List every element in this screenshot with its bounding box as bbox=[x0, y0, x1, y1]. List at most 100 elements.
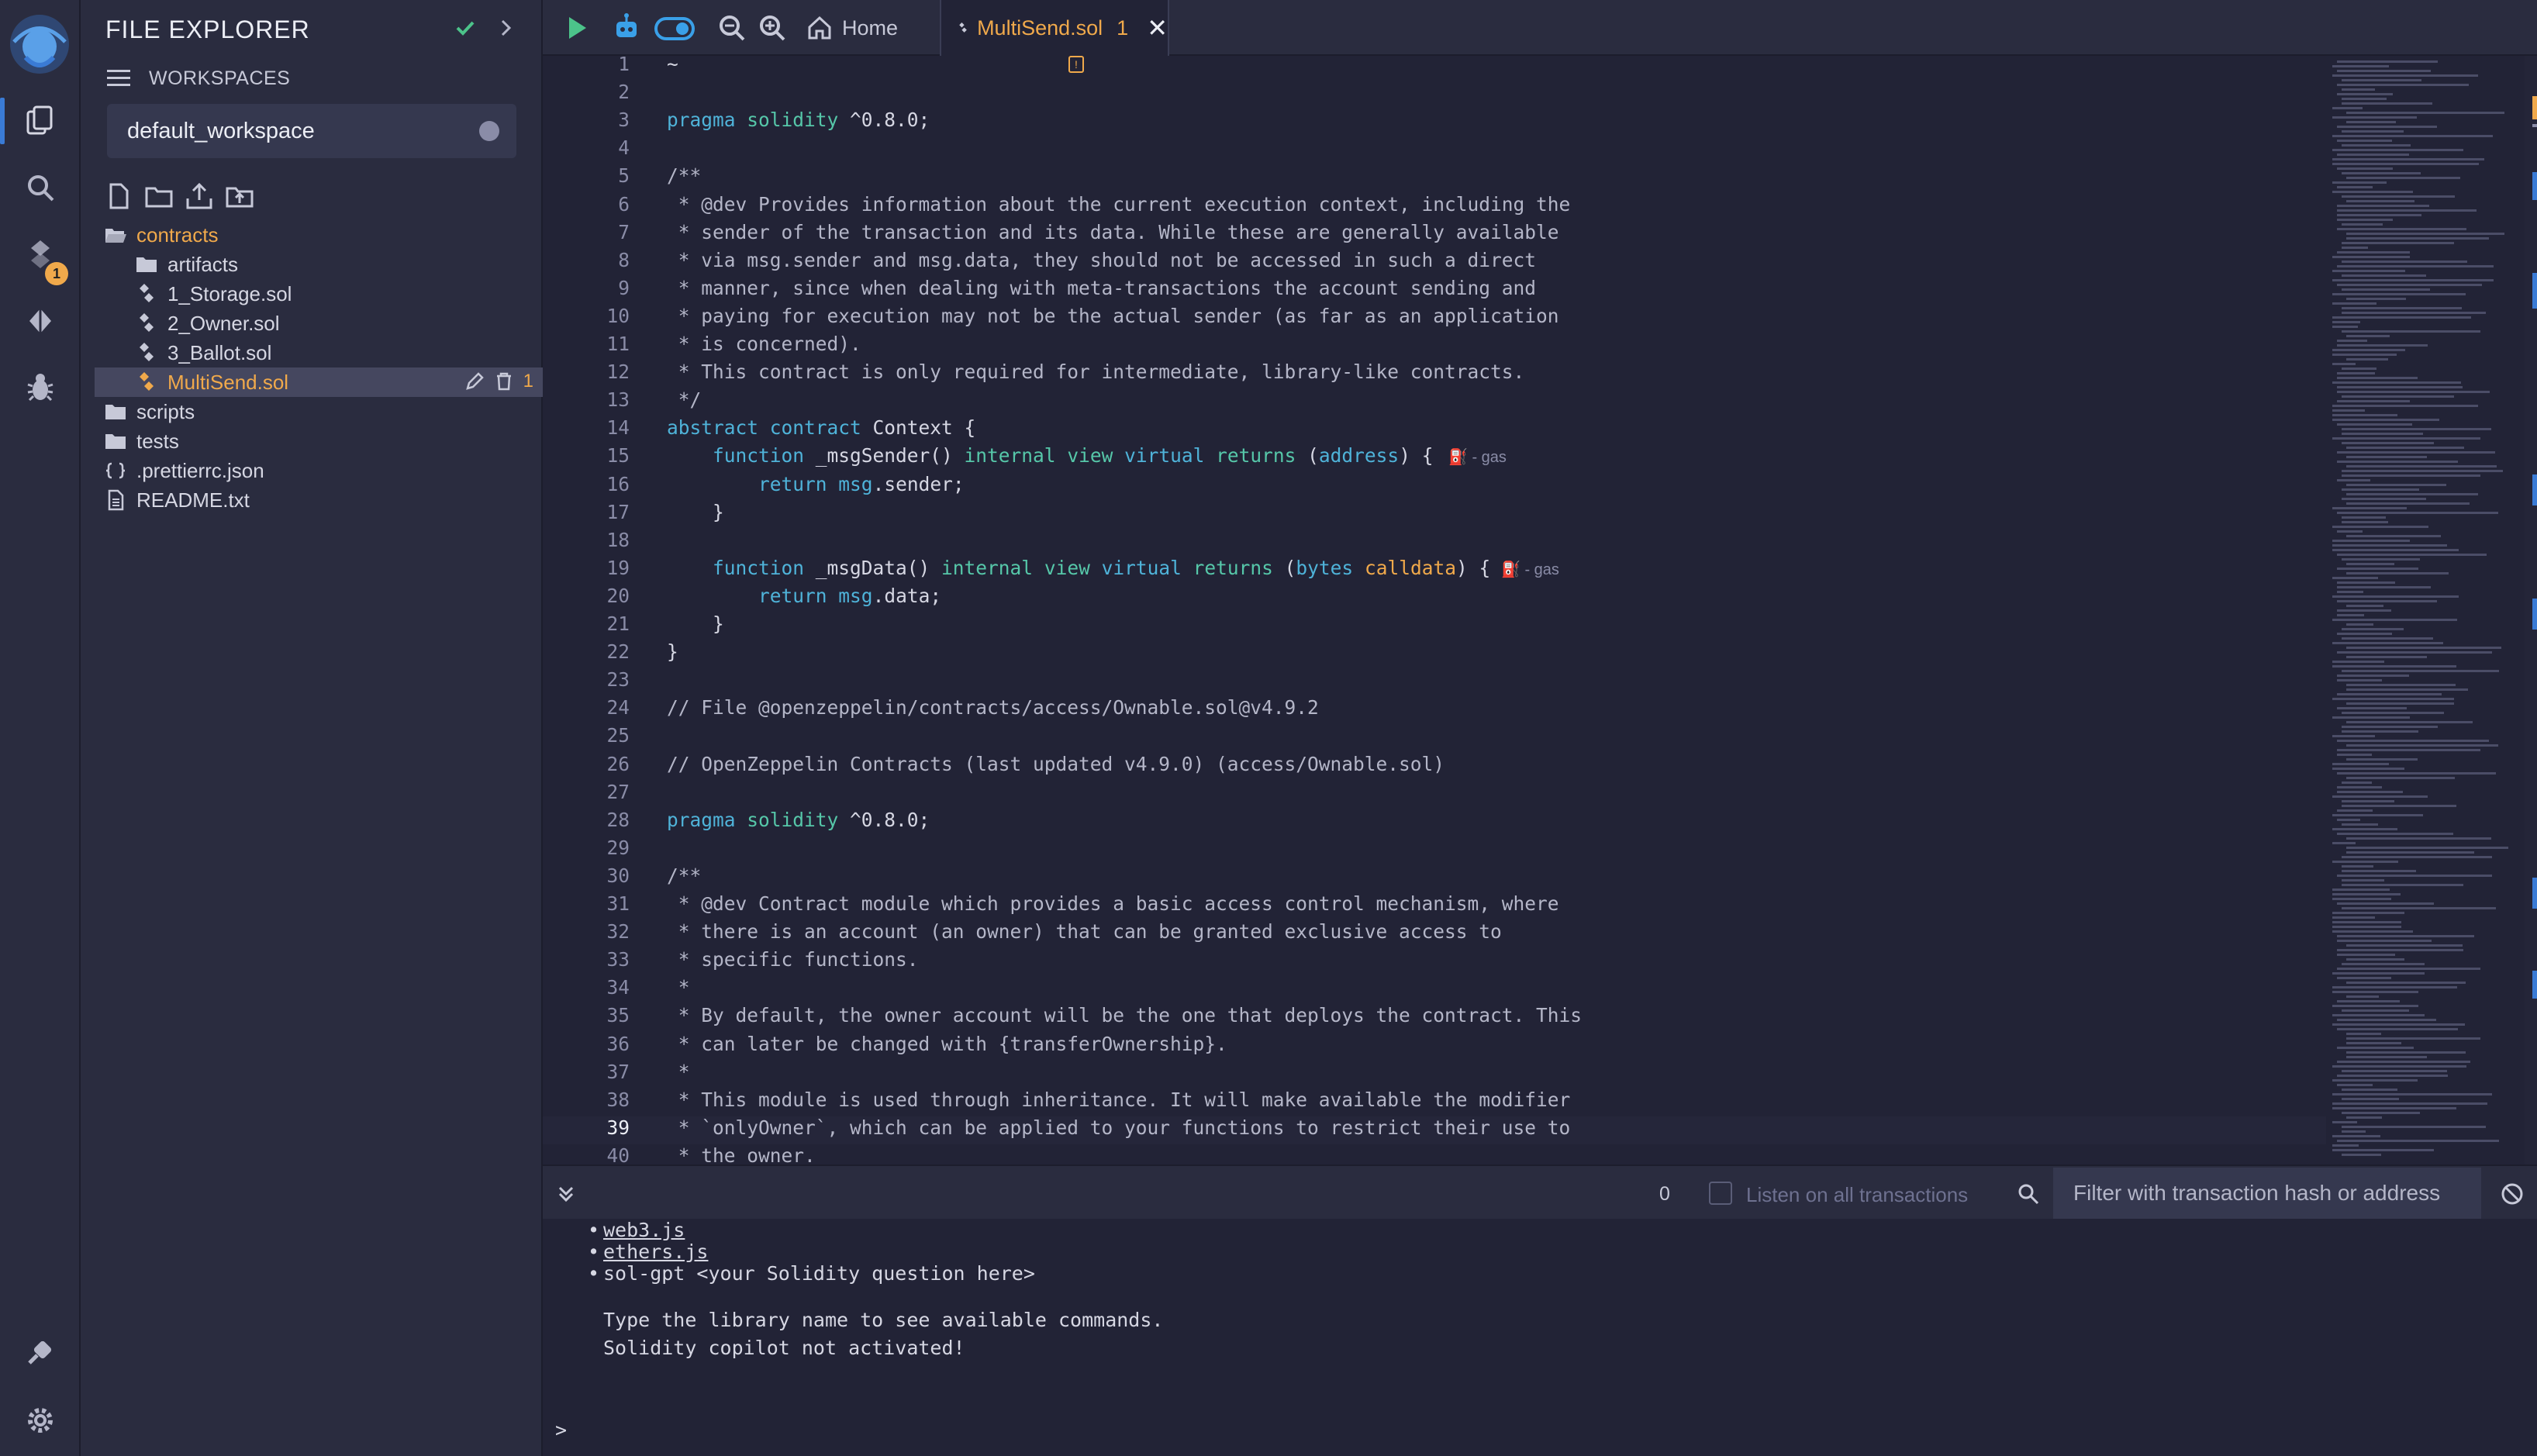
minimap-line bbox=[2332, 861, 2398, 863]
minimap-line bbox=[2346, 1033, 2381, 1035]
new-file-icon[interactable] bbox=[104, 181, 133, 211]
minimap-line bbox=[2332, 1102, 2487, 1105]
minimap-line bbox=[2342, 879, 2384, 882]
minimap-line bbox=[2342, 433, 2423, 435]
file-explorer-panel: FILE EXPLORER WORKSPACES default_workspa… bbox=[81, 0, 543, 1456]
tab-multisend-sol[interactable]: MultiSend.sol 1 ✕ bbox=[940, 0, 1169, 56]
rail-active-indicator bbox=[0, 98, 5, 144]
line-number: 36 bbox=[606, 1032, 630, 1055]
minimap-line bbox=[2342, 428, 2491, 430]
code-line: 25 bbox=[543, 724, 2326, 752]
tree-item-scripts[interactable]: scripts bbox=[95, 397, 543, 426]
clear-terminal-icon[interactable] bbox=[2500, 1182, 2525, 1206]
minimap-line bbox=[2332, 419, 2439, 421]
tree-item-multisend[interactable]: MultiSend.sol 1 bbox=[95, 367, 543, 397]
minimap-line bbox=[2332, 149, 2463, 151]
tree-item-prettierrc[interactable]: .prettierrc.json bbox=[95, 456, 543, 485]
line-code: * This module is used through inheritanc… bbox=[667, 1088, 1571, 1111]
listen-all-checkbox[interactable] bbox=[1709, 1182, 1732, 1205]
minimap-line bbox=[2346, 684, 2456, 686]
tree-item-2-owner[interactable]: 2_Owner.sol bbox=[95, 309, 543, 338]
rail-deploy-icon[interactable] bbox=[19, 299, 62, 343]
close-tab-icon[interactable]: ✕ bbox=[1147, 13, 1168, 43]
run-play-icon[interactable] bbox=[560, 11, 594, 45]
tx-filter-input[interactable]: Filter with transaction hash or address bbox=[2053, 1168, 2481, 1219]
code-line: 40 * the owner. bbox=[543, 1144, 2326, 1164]
collapse-terminal-icon[interactable] bbox=[554, 1182, 578, 1206]
code-line: 7 * sender of the transaction and its da… bbox=[543, 221, 2326, 249]
code-line: 15 function _msgSender() internal view v… bbox=[543, 444, 2326, 472]
tab-home[interactable]: Home bbox=[806, 12, 898, 43]
zoom-out-icon[interactable] bbox=[715, 11, 749, 45]
minimap-line bbox=[2337, 451, 2495, 454]
rail-search-icon[interactable] bbox=[19, 166, 62, 209]
terminal-link-ethers[interactable]: ethers.js bbox=[603, 1240, 708, 1263]
minimap-line bbox=[2332, 279, 2494, 281]
tree-item-artifacts[interactable]: artifacts bbox=[95, 250, 543, 279]
new-folder-icon[interactable] bbox=[144, 181, 174, 211]
line-number: 20 bbox=[606, 584, 630, 607]
upload-file-icon[interactable] bbox=[185, 181, 214, 211]
line-code: * This contract is only required for int… bbox=[667, 361, 1525, 384]
terminal-prompt[interactable]: > bbox=[555, 1419, 567, 1441]
editor-scrollbar[interactable] bbox=[2525, 56, 2537, 1164]
tree-item-1-storage[interactable]: 1_Storage.sol bbox=[95, 279, 543, 309]
terminal-link-web3[interactable]: web3.js bbox=[603, 1219, 685, 1241]
code-line: 9 * manner, since when dealing with meta… bbox=[543, 277, 2326, 305]
line-number: 2 bbox=[618, 81, 630, 104]
terminal-output[interactable]: • web3.js • ethers.js • sol-gpt <your So… bbox=[543, 1219, 2537, 1456]
code-line: 16 return msg.sender; bbox=[543, 473, 2326, 501]
tree-item-label: 3_Ballot.sol bbox=[167, 340, 272, 364]
code-editor[interactable]: ! 1 ~2 3 pragma solidity ^0.8.0; 4 5/** 6 * @d… bbox=[543, 56, 2326, 1164]
line-code: * via msg.sender and msg.data, they shou… bbox=[667, 248, 1537, 271]
rail-debugger-icon[interactable] bbox=[19, 366, 62, 409]
minimap-line bbox=[2332, 763, 2389, 765]
workspace-select[interactable]: default_workspace bbox=[107, 104, 516, 158]
minimap-line bbox=[2332, 526, 2428, 528]
line-code: abstract contract Context { bbox=[667, 416, 976, 440]
edit-icon[interactable] bbox=[464, 371, 485, 392]
tree-item-readme[interactable]: README.txt bbox=[95, 485, 543, 515]
minimap-line bbox=[2332, 326, 2358, 328]
rail-plugin-manager-icon[interactable] bbox=[19, 1330, 62, 1374]
minimap-line bbox=[2342, 800, 2394, 802]
minimap-line bbox=[2346, 837, 2491, 840]
chevron-right-icon[interactable] bbox=[492, 14, 519, 42]
minimap-line bbox=[2337, 84, 2469, 86]
tree-item-3-ballot[interactable]: 3_Ballot.sol bbox=[95, 338, 543, 367]
minimap-line bbox=[2346, 1056, 2427, 1058]
minimap-line bbox=[2346, 656, 2427, 658]
zoom-in-icon[interactable] bbox=[755, 11, 789, 45]
minimap-line bbox=[2332, 65, 2389, 67]
minimap-line bbox=[2332, 381, 2461, 384]
minimap-line bbox=[2332, 414, 2397, 416]
line-code: // OpenZeppelin Contracts (last updated … bbox=[667, 752, 1445, 775]
code-line: 33 * specific functions. bbox=[543, 948, 2326, 976]
ai-toggle-switch[interactable] bbox=[653, 11, 696, 45]
minimap-line bbox=[2332, 540, 2410, 542]
line-number: 26 bbox=[606, 752, 630, 775]
tree-item-tests[interactable]: tests bbox=[95, 426, 543, 456]
minimap-line bbox=[2337, 600, 2437, 602]
minimap-line bbox=[2337, 791, 2403, 793]
code-line: 6 * @dev Provides information about the … bbox=[543, 193, 2326, 221]
text-file-icon bbox=[104, 488, 127, 512]
minimap-line bbox=[2346, 688, 2468, 691]
line-number: 8 bbox=[618, 248, 630, 271]
code-line: 8 * via msg.sender and msg.data, they sh… bbox=[543, 249, 2326, 277]
rail-settings-icon[interactable] bbox=[19, 1399, 62, 1442]
trash-icon[interactable] bbox=[494, 371, 514, 392]
minimap-line bbox=[2337, 614, 2364, 616]
rail-file-explorer-icon[interactable] bbox=[19, 99, 62, 143]
upload-folder-icon[interactable] bbox=[225, 181, 254, 211]
hamburger-menu-icon[interactable] bbox=[105, 67, 132, 90]
ai-robot-icon[interactable] bbox=[609, 11, 644, 45]
minimap-line bbox=[2337, 954, 2395, 956]
scrollbar-marker bbox=[2532, 971, 2537, 999]
remix-logo-icon[interactable] bbox=[6, 11, 73, 78]
editor-minimap[interactable] bbox=[2326, 56, 2521, 1164]
minimap-line bbox=[2337, 833, 2453, 835]
tree-item-contracts[interactable]: contracts bbox=[95, 220, 543, 250]
line-number: 1 bbox=[618, 56, 630, 75]
code-line: 37 * bbox=[543, 1061, 2326, 1089]
